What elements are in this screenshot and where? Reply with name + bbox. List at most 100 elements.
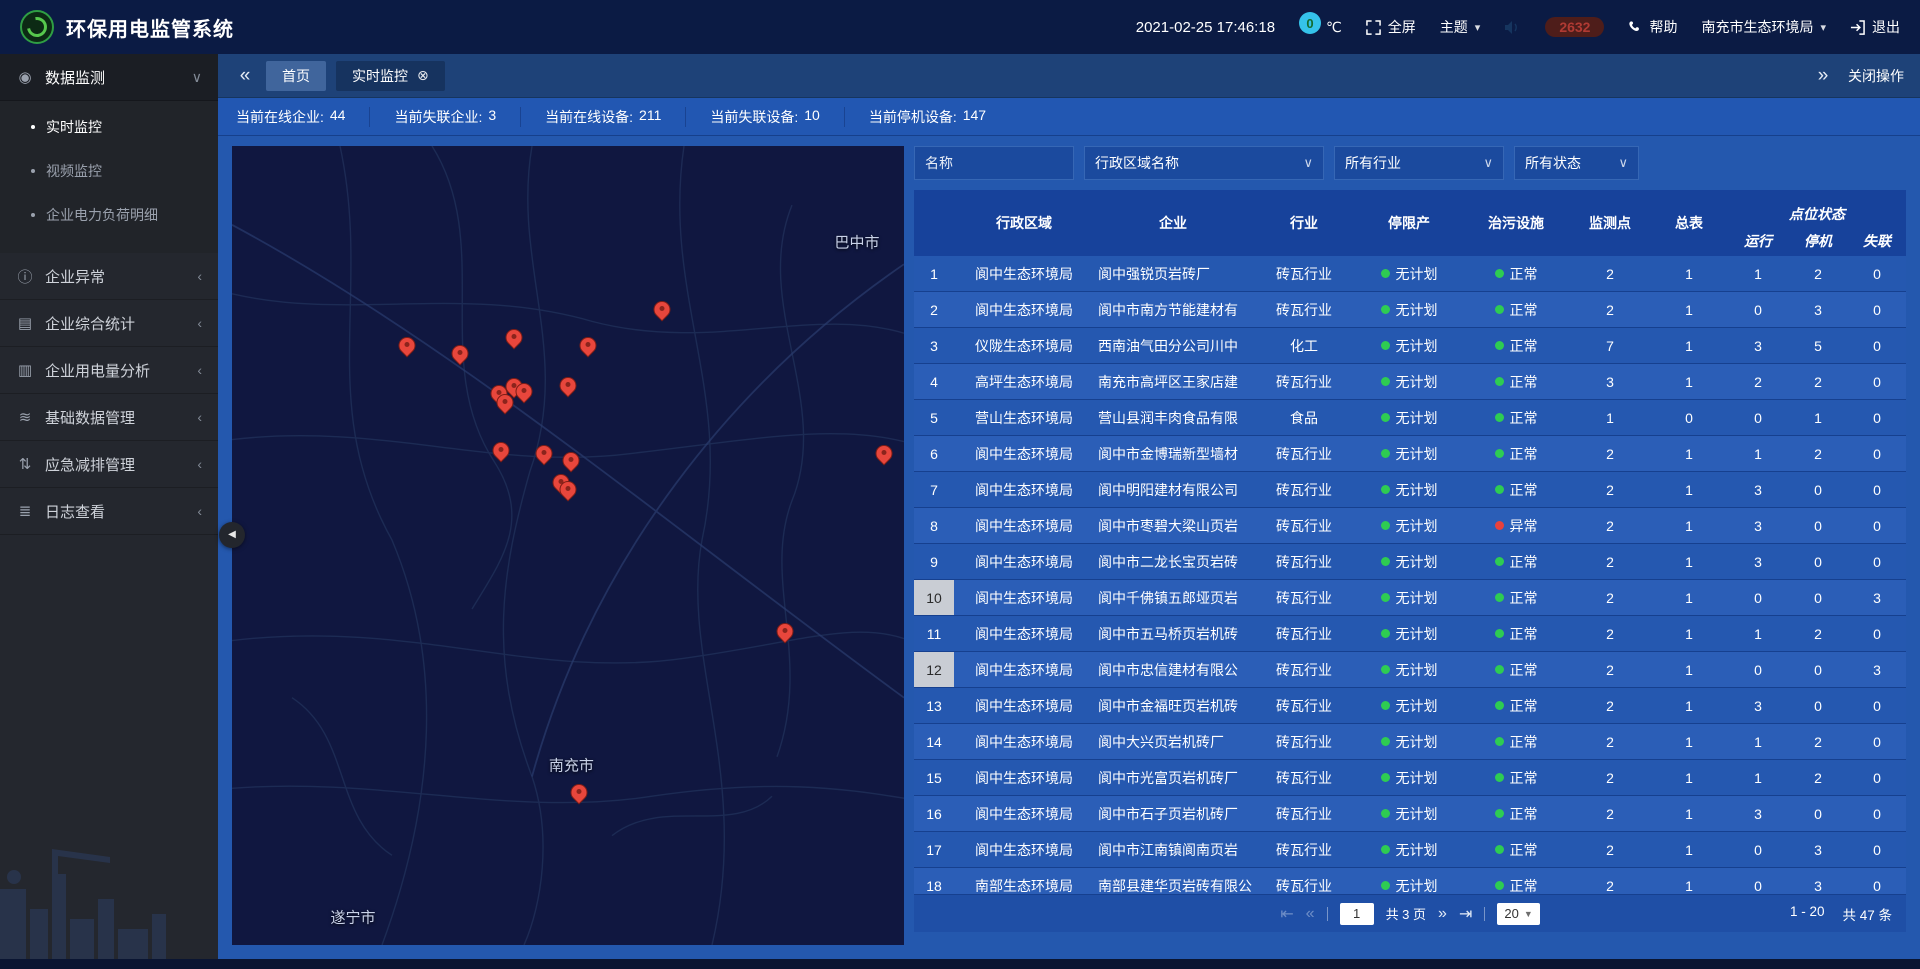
pagination-prev-button[interactable]: «: [1306, 905, 1315, 923]
sidebar-submenu-item[interactable]: 视频监控: [0, 149, 218, 193]
table-row[interactable]: 9 阆中生态环境局 阆中市二龙长宝页岩砖 砖瓦行业 无计划 正常 2 1 3 0…: [914, 544, 1906, 580]
table-row[interactable]: 7 阆中生态环境局 阆中明阳建材有限公司 砖瓦行业 无计划 正常 2 1 3 0…: [914, 472, 1906, 508]
status-dot: [1381, 665, 1390, 674]
map-pin[interactable]: [560, 481, 577, 498]
sidebar-menu-item[interactable]: ⓘ 企业异常 ‹: [0, 253, 218, 300]
table-row[interactable]: 1 阆中生态环境局 阆中强锐页岩砖厂 砖瓦行业 无计划 正常 2 1 1 2 0: [914, 256, 1906, 292]
page-size-value: 20: [1504, 906, 1518, 921]
close-operations-button[interactable]: 关闭操作: [1848, 66, 1904, 86]
pagination-first-button[interactable]: ⇤: [1280, 904, 1293, 924]
row-monitor-count: 7: [1570, 338, 1650, 354]
help-button[interactable]: 帮助: [1628, 17, 1677, 37]
chevron-down-icon: ∨: [1483, 155, 1493, 171]
alert-count-badge[interactable]: 2632: [1545, 17, 1604, 37]
sidebar-submenu-item[interactable]: 企业电力负荷明细: [0, 193, 218, 237]
name-search-input[interactable]: [914, 146, 1074, 180]
tab-home[interactable]: 首页: [266, 61, 326, 91]
stat-item: 当前在线企业: 44: [236, 107, 370, 127]
sidebar-menu-item[interactable]: ▥ 企业用电量分析 ‹: [0, 347, 218, 394]
table-row[interactable]: 18 南部生态环境局 南部县建华页岩砖有限公 砖瓦行业 无计划 正常 2 1 0…: [914, 868, 1906, 894]
sidebar-menu-item[interactable]: ⇅ 应急减排管理 ‹: [0, 441, 218, 488]
row-index: 15: [914, 760, 954, 795]
tabs-scroll-left-icon[interactable]: «: [234, 65, 256, 87]
table-row[interactable]: 6 阆中生态环境局 阆中市金博瑞新型墙材 砖瓦行业 无计划 正常 2 1 1 2…: [914, 436, 1906, 472]
table-row[interactable]: 13 阆中生态环境局 阆中市金福旺页岩机砖 砖瓦行业 无计划 正常 2 1 3 …: [914, 688, 1906, 724]
row-region: 仪陇生态环境局: [954, 336, 1094, 356]
region-select[interactable]: 行政区域名称 ∨: [1084, 146, 1324, 180]
map-pin[interactable]: [875, 445, 892, 462]
industry-select[interactable]: 所有行业 ∨: [1334, 146, 1504, 180]
page-number-input[interactable]: [1340, 903, 1374, 925]
page-size-select[interactable]: 20 ▼: [1497, 903, 1539, 925]
col-header-company: 企业: [1094, 190, 1252, 256]
theme-selector[interactable]: 主题 ▾: [1440, 17, 1481, 37]
status-dot: [1381, 413, 1390, 422]
map-pin[interactable]: [496, 394, 513, 411]
logout-button[interactable]: 退出: [1850, 17, 1900, 37]
map-pin[interactable]: [570, 784, 587, 801]
row-index: 3: [914, 328, 954, 363]
menu-label: 企业异常: [45, 266, 105, 287]
pagination-last-button[interactable]: ⇥: [1459, 904, 1472, 924]
map-collapse-button[interactable]: ◀: [219, 522, 245, 548]
speaker-button[interactable]: [1504, 20, 1521, 35]
table-row[interactable]: 16 阆中生态环境局 阆中市石子页岩机砖厂 砖瓦行业 无计划 正常 2 1 3 …: [914, 796, 1906, 832]
status-select[interactable]: 所有状态 ∨: [1514, 146, 1639, 180]
table-row[interactable]: 15 阆中生态环境局 阆中市光富页岩机砖厂 砖瓦行业 无计划 正常 2 1 1 …: [914, 760, 1906, 796]
sidebar-submenu-item[interactable]: 实时监控: [0, 105, 218, 149]
row-monitor-count: 2: [1570, 698, 1650, 714]
map-pin[interactable]: [535, 445, 552, 462]
row-index: 13: [914, 688, 954, 723]
row-industry: 砖瓦行业: [1252, 696, 1356, 716]
sidebar-menu-item[interactable]: ◉ 数据监测 ∨: [0, 54, 218, 101]
row-industry: 砖瓦行业: [1252, 804, 1356, 824]
pagination-next-button[interactable]: »: [1438, 905, 1447, 923]
status-dot: [1381, 485, 1390, 494]
chevron-down-icon: ▾: [1475, 21, 1481, 34]
col-header-point-status: 点位状态: [1728, 190, 1906, 226]
row-company: 阆中市五马桥页岩机砖: [1094, 624, 1252, 644]
map-pin[interactable]: [562, 452, 579, 469]
table-row[interactable]: 14 阆中生态环境局 阆中大兴页岩机砖厂 砖瓦行业 无计划 正常 2 1 1 2…: [914, 724, 1906, 760]
tabs-scroll-right-icon[interactable]: »: [1812, 65, 1834, 87]
table-row[interactable]: 2 阆中生态环境局 阆中市南方节能建材有 砖瓦行业 无计划 正常 2 1 0 3…: [914, 292, 1906, 328]
row-industry: 砖瓦行业: [1252, 624, 1356, 644]
map-pin[interactable]: [398, 337, 415, 354]
row-index: 16: [914, 796, 954, 831]
map-canvas[interactable]: 巴中市南充市遂宁市: [232, 146, 904, 945]
menu-label: 基础数据管理: [45, 407, 135, 428]
sidebar-menu-item[interactable]: ≣ 日志查看 ‹: [0, 488, 218, 535]
map-pin[interactable]: [560, 377, 577, 394]
tab-realtime-monitor[interactable]: 实时监控 ⊗: [336, 61, 445, 91]
fullscreen-button[interactable]: 全屏: [1366, 17, 1416, 37]
table-row[interactable]: 3 仪陇生态环境局 西南油气田分公司川中 化工 无计划 正常 7 1 3 5 0: [914, 328, 1906, 364]
sidebar-menu-item[interactable]: ▤ 企业综合统计 ‹: [0, 300, 218, 347]
map-pin[interactable]: [654, 301, 671, 318]
status-dot: [1495, 377, 1504, 386]
row-run-count: 1: [1728, 734, 1788, 750]
menu-icon: ⓘ: [16, 266, 34, 287]
table-row[interactable]: 10 阆中生态环境局 阆中千佛镇五郎垭页岩 砖瓦行业 无计划 正常 2 1 0 …: [914, 580, 1906, 616]
table-row[interactable]: 5 营山生态环境局 营山县润丰肉食品有限 食品 无计划 正常 1 0 0 1 0: [914, 400, 1906, 436]
map-pin[interactable]: [506, 329, 523, 346]
map-pin[interactable]: [777, 623, 794, 640]
col-header-monitor: 监测点: [1570, 190, 1650, 256]
map-pin[interactable]: [492, 442, 509, 459]
table-row[interactable]: 4 高坪生态环境局 南充市高坪区王家店建 砖瓦行业 无计划 正常 3 1 2 2…: [914, 364, 1906, 400]
org-selector[interactable]: 南充市生态环境局 ▾: [1701, 17, 1826, 37]
tab-close-icon[interactable]: ⊗: [417, 67, 429, 84]
chevron-icon: ‹: [197, 456, 202, 472]
table-row[interactable]: 8 阆中生态环境局 阆中市枣碧大梁山页岩 砖瓦行业 无计划 异常 2 1 3 0…: [914, 508, 1906, 544]
map-pin[interactable]: [452, 345, 469, 362]
map-pin[interactable]: [516, 383, 533, 400]
row-industry: 砖瓦行业: [1252, 480, 1356, 500]
table-row[interactable]: 17 阆中生态环境局 阆中市江南镇阆南页岩 砖瓦行业 无计划 正常 2 1 0 …: [914, 832, 1906, 868]
sidebar-menu-item[interactable]: ≋ 基础数据管理 ‹: [0, 394, 218, 441]
table-row[interactable]: 12 阆中生态环境局 阆中市忠信建材有限公 砖瓦行业 无计划 正常 2 1 0 …: [914, 652, 1906, 688]
row-meter-count: 1: [1650, 518, 1728, 534]
main-area: « 首页 实时监控 ⊗ » 关闭操作 当前在线企业: 44 当前失联企业: 3: [218, 54, 1920, 959]
row-limit-status: 无计划: [1356, 876, 1462, 895]
status-dot: [1381, 377, 1390, 386]
table-row[interactable]: 11 阆中生态环境局 阆中市五马桥页岩机砖 砖瓦行业 无计划 正常 2 1 1 …: [914, 616, 1906, 652]
map-pin[interactable]: [580, 337, 597, 354]
